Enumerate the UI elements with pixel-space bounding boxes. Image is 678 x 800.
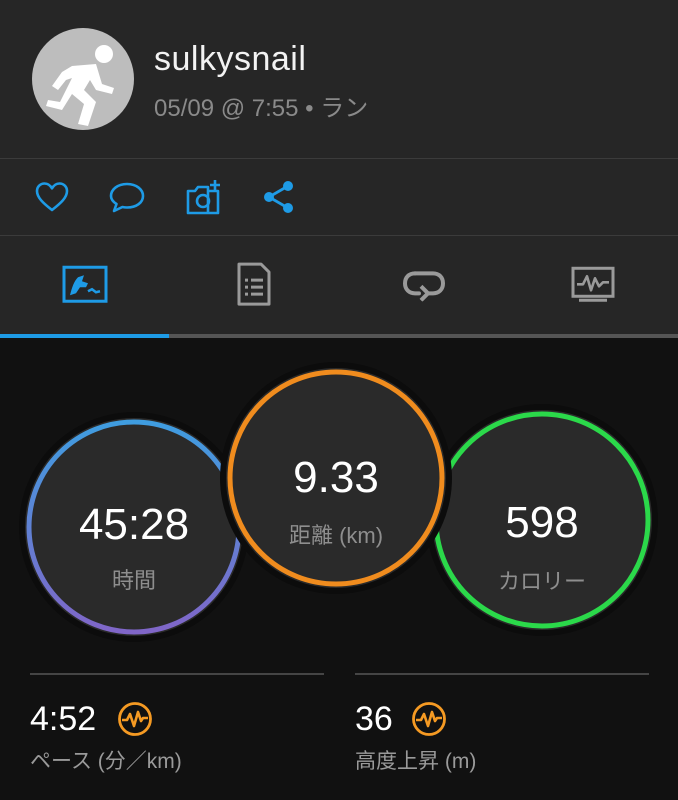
activity-stats-icon <box>62 265 108 303</box>
profile-header: sulkysnail 05/09 @ 7:55 • ラン <box>0 0 678 158</box>
time-value: 45:28 <box>78 500 190 549</box>
avatar[interactable] <box>32 28 134 130</box>
chart-monitor-icon <box>571 266 615 302</box>
activity-datetime: 05/09 @ 7:55 <box>154 95 299 122</box>
share-icon[interactable] <box>260 178 298 216</box>
camera-add-icon[interactable] <box>184 178 222 216</box>
pulse-icon[interactable] <box>411 701 447 737</box>
elevation-label: 高度上昇 (m) <box>355 750 477 773</box>
laps-loop-icon <box>402 271 445 302</box>
pace-label: ペース (分／km) <box>30 750 182 773</box>
pulse-icon[interactable] <box>117 701 153 737</box>
tab-details[interactable] <box>170 236 340 334</box>
time-circle: 45:28 時間 <box>25 418 243 636</box>
runner-icon <box>46 45 114 126</box>
pace-value: 4:52 <box>30 700 97 738</box>
elevation-value: 36 <box>355 700 393 738</box>
tab-laps[interactable] <box>339 236 509 334</box>
tab-stats[interactable] <box>0 236 170 334</box>
document-list-icon <box>237 262 271 306</box>
username[interactable]: sulkysnail <box>154 40 306 79</box>
pace-divider <box>30 673 324 675</box>
time-label: 時間 <box>111 568 156 593</box>
heart-icon[interactable] <box>33 178 71 216</box>
calories-circle: 598 カロリー <box>432 410 652 630</box>
comment-icon[interactable] <box>108 178 146 216</box>
tab-charts[interactable] <box>509 236 678 334</box>
activity-subtitle: 05/09 @ 7:55 • ラン <box>154 88 368 123</box>
subtitle-separator: • <box>298 95 321 122</box>
distance-label: 距離 (km) <box>288 523 384 548</box>
action-bar <box>0 159 678 235</box>
distance-circle: 9.33 距離 (km) <box>226 368 446 588</box>
activity-type: ラン <box>320 95 369 122</box>
distance-value: 9.33 <box>293 453 379 502</box>
calories-value: 598 <box>505 498 579 547</box>
tab-bar <box>0 236 678 338</box>
elevation-divider <box>355 673 649 675</box>
calories-label: カロリー <box>497 569 586 594</box>
